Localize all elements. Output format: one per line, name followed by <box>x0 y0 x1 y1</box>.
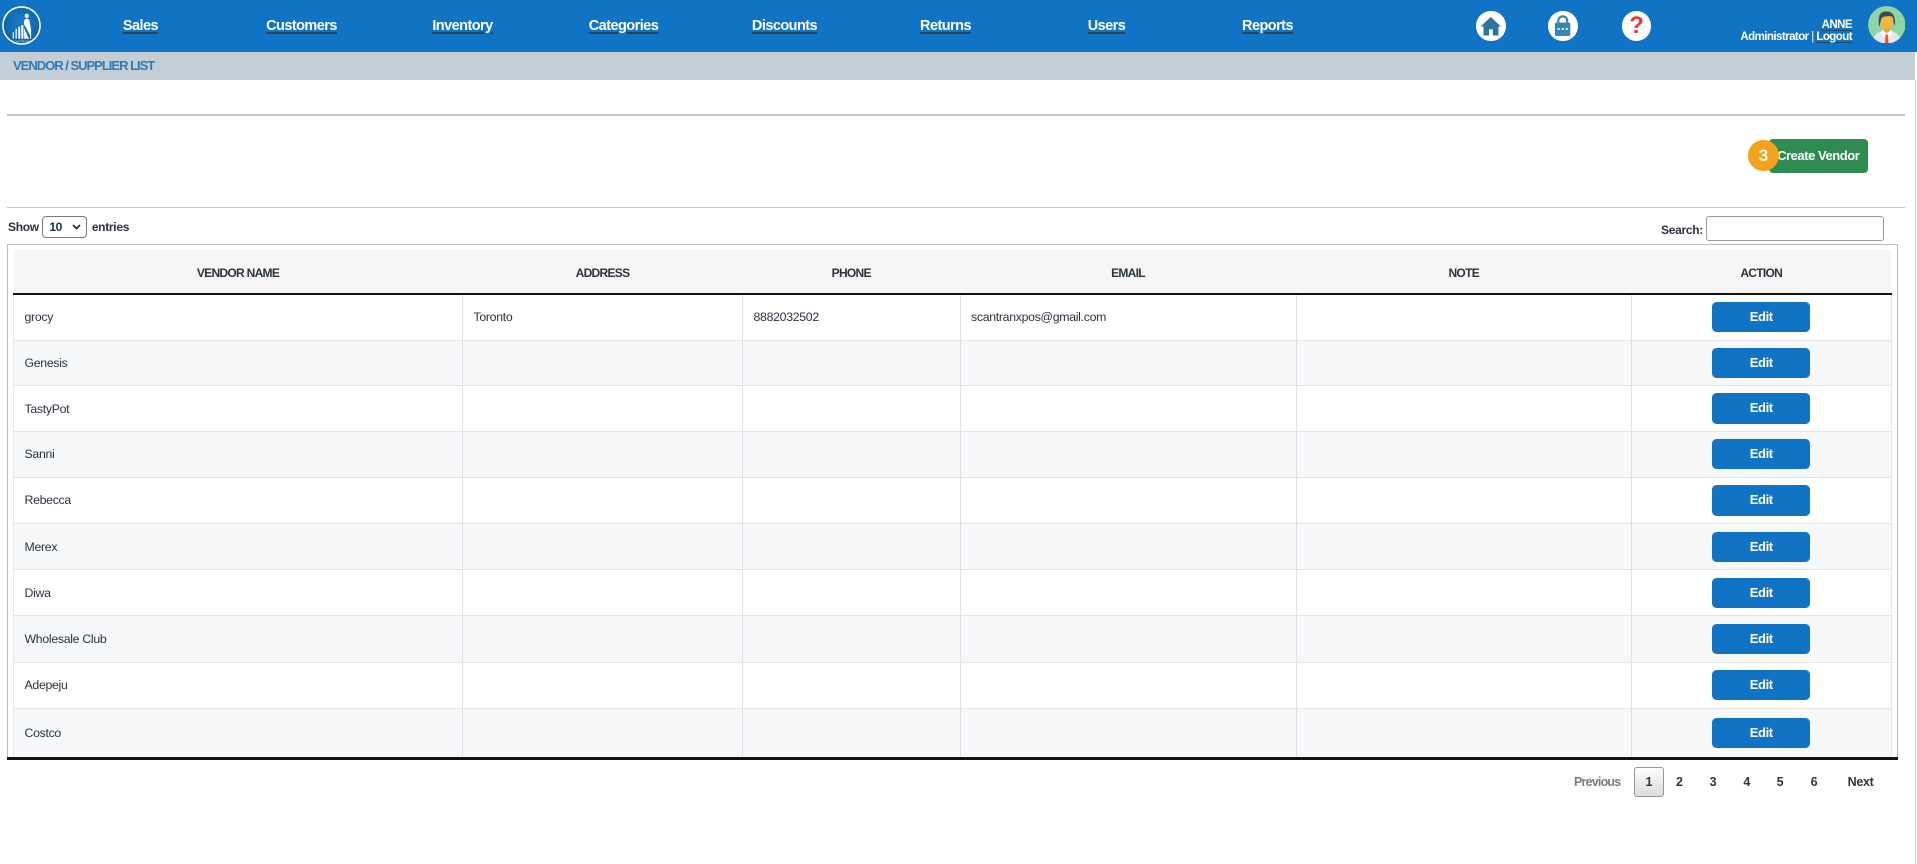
svg-text:SCANTRANX: SCANTRANX <box>12 40 32 44</box>
